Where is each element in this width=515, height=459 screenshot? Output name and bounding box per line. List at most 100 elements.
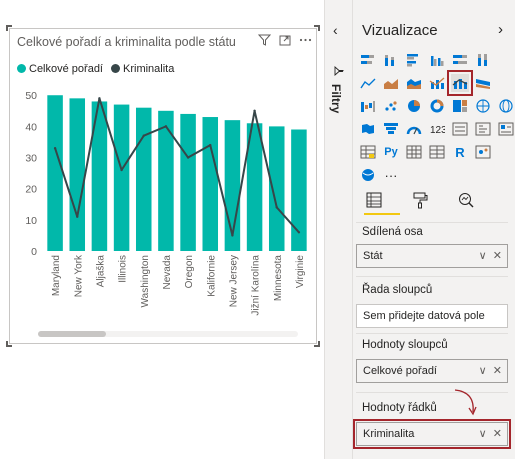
ribbon-chart-icon[interactable] bbox=[474, 74, 492, 92]
x-tick-label: Minnesota bbox=[273, 255, 284, 302]
more-visuals-icon[interactable]: ··· bbox=[382, 166, 400, 184]
close-icon[interactable]: ✕ bbox=[493, 250, 502, 262]
well-column-values[interactable]: Celkové pořadí ∨ ✕ bbox=[356, 359, 508, 383]
globe-icon[interactable] bbox=[497, 97, 515, 115]
annotation-arrow-icon bbox=[454, 389, 477, 416]
line-point-mark bbox=[186, 156, 190, 159]
funnel-chart-icon[interactable] bbox=[382, 120, 400, 138]
x-tick-label: Nevada bbox=[162, 255, 173, 290]
bar-mark[interactable] bbox=[180, 113, 196, 251]
report-visual[interactable]: Celkové pořadí a kriminalita podle státu… bbox=[6, 25, 320, 347]
bar-mark[interactable] bbox=[113, 104, 130, 251]
blank-slot bbox=[497, 143, 515, 161]
resize-handle-top-left[interactable] bbox=[6, 25, 12, 31]
100-percent-bar-chart-icon[interactable] bbox=[451, 51, 469, 69]
x-tick-label: Illinois bbox=[118, 255, 129, 283]
filters-label[interactable]: Filtry bbox=[329, 84, 343, 113]
clustered-column-chart-icon[interactable] bbox=[428, 51, 446, 69]
legend-dot-icon bbox=[111, 64, 120, 73]
line-clustered-column-icon[interactable] bbox=[428, 74, 446, 92]
line-point-mark bbox=[120, 168, 123, 172]
chevron-left-icon[interactable]: ‹ bbox=[333, 22, 338, 38]
chevron-right-icon[interactable]: › bbox=[498, 21, 503, 38]
resize-handle-top-right[interactable] bbox=[314, 25, 320, 31]
legend-item-bars[interactable]: Celkové pořadí bbox=[17, 63, 103, 75]
well-value: Celkové pořadí bbox=[363, 365, 437, 377]
arcgis-map-icon[interactable] bbox=[359, 166, 377, 184]
filters-pane-collapsed[interactable]: ‹ Filtry bbox=[325, 0, 352, 459]
pane-tabs bbox=[362, 190, 478, 210]
active-tab-indicator bbox=[364, 213, 400, 215]
matrix-icon[interactable] bbox=[405, 143, 423, 161]
legend-label: Kriminalita bbox=[123, 63, 175, 75]
format-paint-roller-icon[interactable] bbox=[408, 190, 432, 210]
multi-row-card-icon[interactable] bbox=[451, 120, 469, 138]
kpi-icon[interactable] bbox=[474, 120, 492, 138]
slicer-icon[interactable] bbox=[497, 120, 515, 138]
x-tick-label: Maryland bbox=[51, 255, 62, 296]
filled-map-icon[interactable] bbox=[359, 120, 377, 138]
scatter-chart-icon[interactable] bbox=[382, 97, 400, 115]
analytics-magnifier-icon[interactable] bbox=[454, 190, 478, 210]
bar-mark[interactable] bbox=[268, 126, 285, 251]
y-tick-label: 0 bbox=[31, 246, 37, 258]
well-column-series[interactable]: Sem přidejte datová pole bbox=[356, 304, 508, 328]
area-chart-icon[interactable] bbox=[382, 74, 400, 92]
legend-item-line[interactable]: Kriminalita bbox=[111, 63, 174, 75]
close-icon[interactable]: ✕ bbox=[493, 428, 502, 440]
line-point-mark bbox=[53, 146, 57, 150]
waterfall-chart-icon[interactable] bbox=[359, 97, 377, 115]
line-point-mark bbox=[164, 125, 168, 128]
grid-table-icon[interactable] bbox=[428, 143, 446, 161]
chevron-down-icon[interactable]: ∨ bbox=[479, 428, 487, 440]
line-stacked-column-icon[interactable] bbox=[447, 70, 473, 96]
stacked-column-chart-icon[interactable] bbox=[382, 51, 400, 69]
well-label-column-series: Řada sloupců bbox=[362, 284, 433, 296]
100-percent-column-chart-icon[interactable] bbox=[474, 51, 492, 69]
pie-chart-icon[interactable] bbox=[405, 97, 423, 115]
resize-handle-bottom-right[interactable] bbox=[314, 341, 320, 347]
close-icon[interactable]: ✕ bbox=[493, 365, 502, 377]
bar-mark[interactable] bbox=[202, 117, 219, 252]
well-line-values[interactable]: Kriminalita ∨ ✕ bbox=[353, 419, 511, 449]
app-root: Celkové pořadí a kriminalita podle státu… bbox=[0, 0, 515, 459]
gauge-icon[interactable] bbox=[405, 120, 423, 138]
well-label-line-values: Hodnoty řádků bbox=[362, 402, 437, 414]
donut-chart-icon[interactable] bbox=[428, 97, 446, 115]
key-influencers-icon[interactable] bbox=[474, 143, 492, 161]
table-icon[interactable] bbox=[359, 143, 377, 161]
line-chart-icon[interactable] bbox=[359, 74, 377, 92]
combo-chart: 0 10 20 30 40 50 Maryland New York Aljaška Illino… bbox=[25, 90, 307, 316]
chevron-down-icon[interactable]: ∨ bbox=[479, 365, 487, 377]
more-options-icon[interactable] bbox=[299, 34, 312, 49]
python-visual-icon[interactable]: Py bbox=[382, 143, 400, 161]
bar-mark[interactable] bbox=[158, 110, 174, 251]
stacked-bar-chart-icon[interactable] bbox=[359, 51, 377, 69]
visualizations-pane: Vizualizace › 123 Py R ··· Sdílená osa S… bbox=[352, 0, 515, 459]
card-icon[interactable]: 123 bbox=[428, 120, 446, 138]
bar-mark[interactable] bbox=[47, 95, 63, 251]
bar-mark[interactable] bbox=[69, 98, 86, 251]
well-label-column-values: Hodnoty sloupců bbox=[362, 339, 448, 351]
focus-mode-icon[interactable] bbox=[279, 34, 291, 49]
x-tick-label: Virginie bbox=[295, 255, 306, 289]
treemap-icon[interactable] bbox=[451, 97, 469, 115]
y-tick-label: 50 bbox=[25, 90, 37, 102]
x-tick-label: New York bbox=[73, 254, 84, 297]
r-visual-icon[interactable]: R bbox=[451, 143, 469, 161]
horizontal-scrollbar[interactable] bbox=[38, 331, 298, 337]
fields-tab-icon[interactable] bbox=[362, 190, 386, 210]
well-shared-axis[interactable]: Stát ∨ ✕ bbox=[356, 244, 508, 268]
clustered-bar-chart-icon[interactable] bbox=[405, 51, 423, 69]
stacked-area-chart-icon[interactable] bbox=[405, 74, 423, 92]
resize-handle-bottom-left[interactable] bbox=[6, 341, 12, 347]
scrollbar-thumb[interactable] bbox=[38, 331, 106, 337]
map-icon[interactable] bbox=[474, 97, 492, 115]
blank-slot bbox=[497, 74, 515, 92]
y-tick-label: 30 bbox=[25, 153, 37, 165]
filter-icon[interactable] bbox=[257, 34, 272, 49]
bar-mark[interactable] bbox=[135, 107, 152, 251]
divider bbox=[356, 392, 508, 393]
chevron-down-icon[interactable]: ∨ bbox=[479, 250, 487, 262]
line-point-mark bbox=[253, 109, 256, 113]
